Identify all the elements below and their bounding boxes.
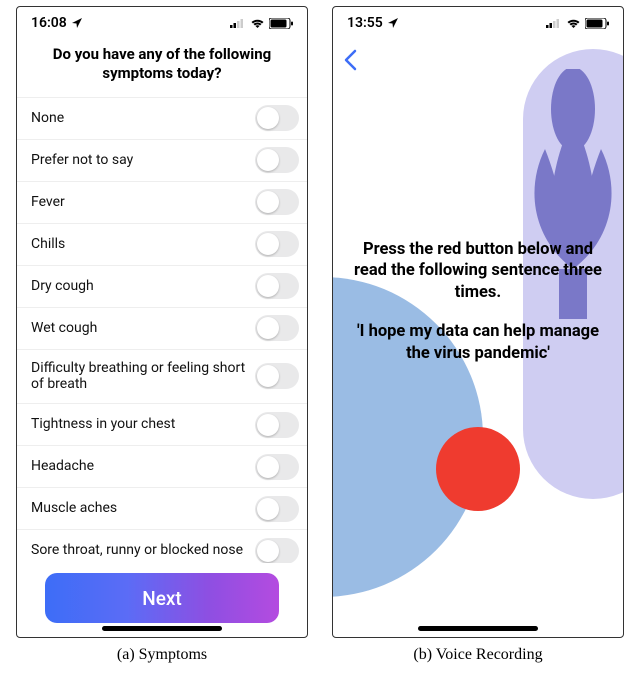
home-indicator[interactable] <box>102 626 222 631</box>
voice-recording-stage: Press the red button below and read the … <box>333 39 623 637</box>
status-right <box>546 18 609 29</box>
figure-container: 16:08 Do you have any of the following s <box>0 0 640 638</box>
location-arrow-icon <box>387 17 399 29</box>
list-item-label: Chills <box>31 226 255 263</box>
toggle-switch[interactable] <box>255 273 299 299</box>
cellular-icon <box>230 18 246 28</box>
list-item[interactable]: Dry cough <box>17 266 307 308</box>
wifi-icon <box>566 18 581 29</box>
toggle-switch[interactable] <box>255 412 299 438</box>
list-item[interactable]: Tightness in your chest <box>17 404 307 446</box>
status-time: 13:55 <box>347 15 383 31</box>
record-button[interactable] <box>436 427 520 511</box>
list-item-label: Prefer not to say <box>31 142 255 179</box>
cellular-icon <box>546 18 562 28</box>
battery-icon <box>269 18 293 29</box>
toggle-switch[interactable] <box>255 538 299 563</box>
next-button-label: Next <box>142 587 182 610</box>
phone-voice: 13:55 <box>332 6 624 638</box>
next-button[interactable]: Next <box>45 573 279 623</box>
toggle-switch[interactable] <box>255 454 299 480</box>
toggle-switch[interactable] <box>255 496 299 522</box>
symptoms-list[interactable]: None Prefer not to say Fever Chills Dry … <box>17 97 307 564</box>
back-button[interactable] <box>343 45 357 78</box>
status-right <box>230 18 293 29</box>
list-item[interactable]: Muscle aches <box>17 488 307 530</box>
list-item-label: Fever <box>31 184 255 221</box>
toggle-switch[interactable] <box>255 147 299 173</box>
home-indicator[interactable] <box>418 626 538 631</box>
list-item[interactable]: Wet cough <box>17 308 307 350</box>
voice-read-sentence: 'I hope my data can help manage the viru… <box>353 321 603 364</box>
wifi-icon <box>250 18 265 29</box>
figure-captions: (a) Symptoms (b) Voice Recording <box>0 638 640 664</box>
list-item-label: Difficulty breathing or feeling short of… <box>31 350 255 404</box>
chevron-left-icon <box>343 49 357 71</box>
status-bar: 16:08 <box>17 7 307 39</box>
list-item[interactable]: Difficulty breathing or feeling short of… <box>17 350 307 405</box>
list-item[interactable]: Fever <box>17 182 307 224</box>
list-item-label: Wet cough <box>31 310 255 347</box>
toggle-switch[interactable] <box>255 189 299 215</box>
battery-icon <box>585 18 609 29</box>
phone-symptoms: 16:08 Do you have any of the following s <box>16 6 308 638</box>
toggle-switch[interactable] <box>255 231 299 257</box>
voice-instruction: Press the red button below and read the … <box>353 239 603 303</box>
status-left: 16:08 <box>31 15 83 31</box>
list-item-label: Dry cough <box>31 268 255 305</box>
caption-b: (b) Voice Recording <box>332 646 624 664</box>
list-item-label: None <box>31 100 255 137</box>
toggle-switch[interactable] <box>255 315 299 341</box>
list-item-label: Sore throat, runny or blocked nose <box>31 532 255 563</box>
toggle-switch[interactable] <box>255 363 299 389</box>
toggle-switch[interactable] <box>255 105 299 131</box>
list-item[interactable]: Chills <box>17 224 307 266</box>
list-item[interactable]: Prefer not to say <box>17 140 307 182</box>
list-item-label: Headache <box>31 448 255 485</box>
location-arrow-icon <box>71 17 83 29</box>
list-item-label: Muscle aches <box>31 490 255 527</box>
voice-instruction-block: Press the red button below and read the … <box>333 239 623 364</box>
list-item[interactable]: None <box>17 98 307 140</box>
list-item[interactable]: Sore throat, runny or blocked nose <box>17 530 307 563</box>
status-left: 13:55 <box>347 15 399 31</box>
list-item-label: Tightness in your chest <box>31 406 255 443</box>
symptoms-question: Do you have any of the following symptom… <box>17 39 307 97</box>
status-time: 16:08 <box>31 15 67 31</box>
caption-a: (a) Symptoms <box>16 646 308 664</box>
list-item[interactable]: Headache <box>17 446 307 488</box>
status-bar: 13:55 <box>333 7 623 39</box>
